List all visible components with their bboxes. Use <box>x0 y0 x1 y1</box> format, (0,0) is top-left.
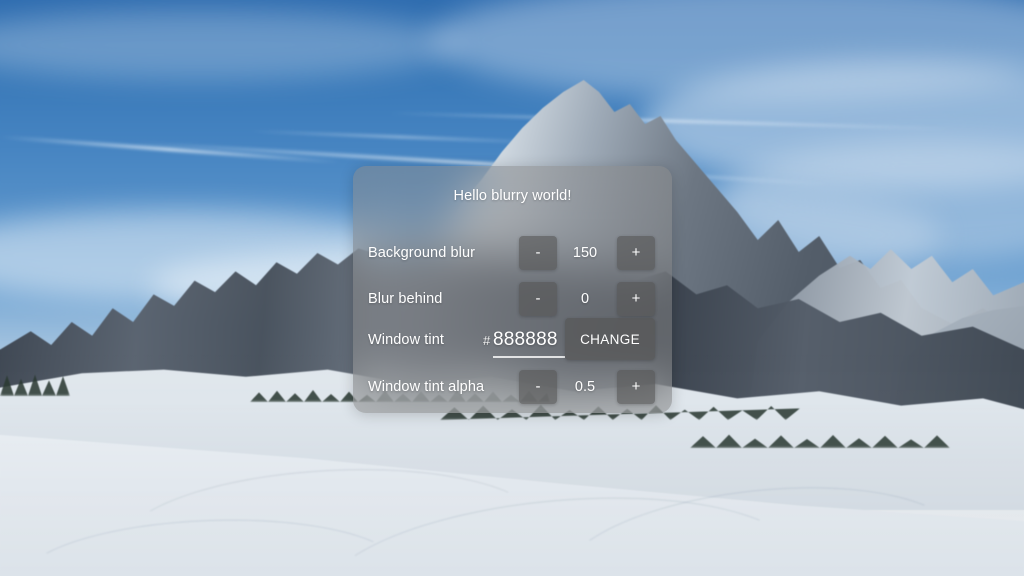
cloud-band <box>640 60 1024 190</box>
row-label-window-tint-alpha: Window tint alpha <box>368 379 485 395</box>
window-tint-alpha-value: 0.5 <box>574 379 596 395</box>
row-blur-behind: Blur behind - 0 + <box>353 276 672 322</box>
row-background-blur: Background blur - 150 + <box>353 230 672 276</box>
background-blur-increment-button[interactable]: + <box>617 236 655 270</box>
conifer-band <box>0 374 70 396</box>
hash-symbol-icon: # <box>483 332 491 348</box>
cloud-band <box>430 0 1024 100</box>
cloud-band <box>0 10 460 80</box>
blur-behind-value: 0 <box>580 291 590 307</box>
blur-settings-dialog[interactable]: Hello blurry world! Background blur - 15… <box>353 166 672 413</box>
contrail <box>0 135 340 164</box>
cloud-band <box>720 140 1024 260</box>
contrail <box>250 130 550 144</box>
blur-behind-increment-button[interactable]: + <box>617 282 655 316</box>
row-label-window-tint: Window tint <box>368 332 445 348</box>
dialog-title: Hello blurry world! <box>453 188 572 204</box>
background-blur-value: 150 <box>572 245 598 261</box>
window-tint-change-button[interactable]: CHANGE <box>565 318 655 360</box>
window-tint-hex-input[interactable] <box>493 325 565 358</box>
background-blur-decrement-button[interactable]: - <box>519 236 557 270</box>
blur-behind-decrement-button[interactable]: - <box>519 282 557 316</box>
row-label-background-blur: Background blur <box>368 245 476 261</box>
row-label-blur-behind: Blur behind <box>368 291 443 307</box>
screen: Hello blurry world! Background blur - 15… <box>0 0 1024 576</box>
window-tint-alpha-increment-button[interactable]: + <box>617 370 655 404</box>
row-window-tint: Window tint # CHANGE <box>353 317 672 363</box>
window-tint-alpha-decrement-button[interactable]: - <box>519 370 557 404</box>
conifer-band <box>690 434 950 448</box>
row-window-tint-alpha: Window tint alpha - 0.5 + <box>353 364 672 410</box>
contrail <box>390 112 950 130</box>
